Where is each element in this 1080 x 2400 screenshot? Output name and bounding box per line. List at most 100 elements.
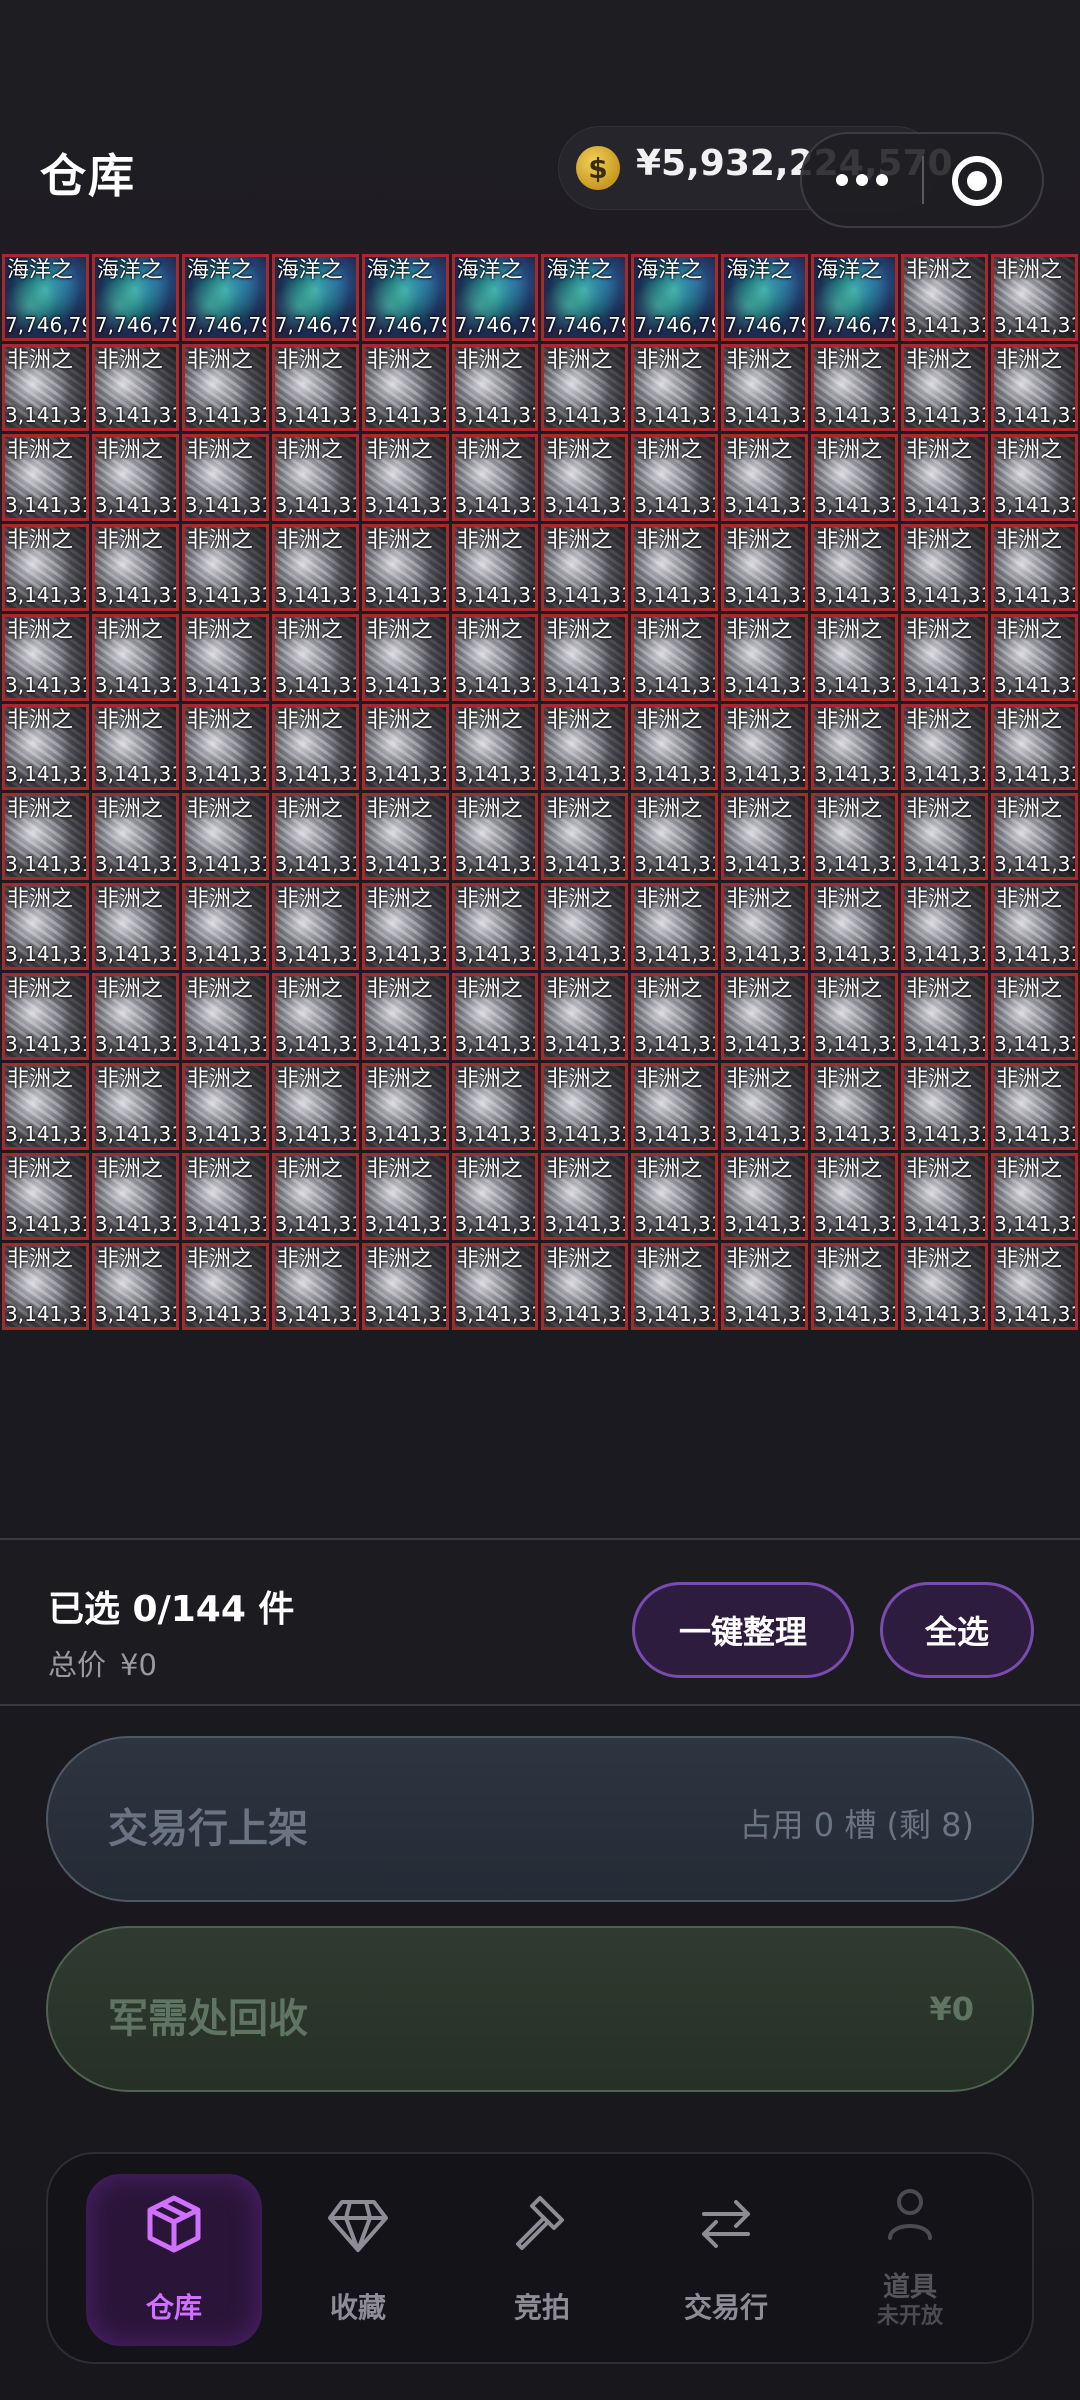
inventory-item[interactable]: 非洲之 3,141,314: [91, 343, 179, 431]
inventory-item[interactable]: 非洲之 3,141,314: [181, 433, 269, 521]
inventory-item[interactable]: 非洲之 3,141,314: [91, 883, 179, 971]
inventory-item[interactable]: 非洲之 3,141,314: [91, 1153, 179, 1241]
organize-button[interactable]: 一键整理: [632, 1582, 854, 1678]
inventory-item[interactable]: 非洲之 3,141,314: [631, 343, 719, 431]
inventory-item[interactable]: 非洲之 3,141,314: [451, 1153, 539, 1241]
inventory-item[interactable]: 非洲之 3,141,314: [271, 523, 359, 611]
inventory-item[interactable]: 非洲之 3,141,314: [2, 793, 89, 881]
inventory-item[interactable]: 非洲之 3,141,314: [451, 973, 539, 1061]
inventory-item[interactable]: 非洲之 3,141,314: [721, 703, 809, 791]
inventory-item[interactable]: 非洲之 3,141,314: [811, 1243, 899, 1330]
inventory-item[interactable]: 非洲之 3,141,314: [721, 793, 809, 881]
inventory-item[interactable]: 非洲之 3,141,314: [451, 1243, 539, 1330]
select-all-button[interactable]: 全选: [880, 1582, 1034, 1678]
inventory-item[interactable]: 非洲之 3,141,314: [991, 703, 1078, 791]
inventory-item[interactable]: 海洋之 7,746,793: [811, 254, 899, 341]
inventory-item[interactable]: 非洲之 3,141,314: [181, 973, 269, 1061]
inventory-item[interactable]: 非洲之 3,141,314: [541, 973, 629, 1061]
inventory-item[interactable]: 海洋之 7,746,793: [91, 254, 179, 341]
inventory-item[interactable]: 非洲之 3,141,314: [811, 433, 899, 521]
inventory-item[interactable]: 非洲之 3,141,314: [541, 1153, 629, 1241]
inventory-item[interactable]: 非洲之 3,141,314: [361, 1243, 449, 1330]
inventory-item[interactable]: 非洲之 3,141,314: [991, 1243, 1078, 1330]
inventory-item[interactable]: 非洲之 3,141,314: [631, 793, 719, 881]
inventory-item[interactable]: 非洲之 3,141,314: [91, 1243, 179, 1330]
inventory-item[interactable]: 非洲之 3,141,314: [91, 703, 179, 791]
inventory-item[interactable]: 非洲之 3,141,314: [721, 973, 809, 1061]
inventory-item[interactable]: 非洲之 3,141,314: [991, 613, 1078, 701]
inventory-item[interactable]: 非洲之 3,141,314: [721, 1243, 809, 1330]
inventory-item[interactable]: 非洲之 3,141,314: [541, 613, 629, 701]
inventory-item[interactable]: 非洲之 3,141,314: [721, 523, 809, 611]
inventory-item[interactable]: 非洲之 3,141,314: [991, 254, 1078, 341]
inventory-item[interactable]: 海洋之 7,746,793: [451, 254, 539, 341]
inventory-item[interactable]: 非洲之 3,141,314: [91, 973, 179, 1061]
inventory-item[interactable]: 非洲之 3,141,314: [991, 973, 1078, 1061]
inventory-item[interactable]: 非洲之 3,141,314: [361, 973, 449, 1061]
inventory-item[interactable]: 非洲之 3,141,314: [811, 1063, 899, 1151]
inventory-item[interactable]: 非洲之 3,141,314: [991, 1063, 1078, 1151]
inventory-item[interactable]: 非洲之 3,141,314: [991, 1153, 1078, 1241]
inventory-item[interactable]: 非洲之 3,141,314: [901, 973, 989, 1061]
inventory-item[interactable]: 非洲之 3,141,314: [631, 613, 719, 701]
inventory-item[interactable]: 非洲之 3,141,314: [91, 1063, 179, 1151]
inventory-item[interactable]: 非洲之 3,141,314: [451, 1063, 539, 1151]
inventory-item[interactable]: 非洲之 3,141,314: [451, 523, 539, 611]
inventory-item[interactable]: 非洲之 3,141,314: [721, 613, 809, 701]
inventory-item[interactable]: 海洋之 7,746,793: [721, 254, 809, 341]
inventory-item[interactable]: 非洲之 3,141,314: [361, 793, 449, 881]
inventory-item[interactable]: 非洲之 3,141,314: [631, 703, 719, 791]
inventory-item[interactable]: 非洲之 3,141,314: [361, 1153, 449, 1241]
inventory-item[interactable]: 非洲之 3,141,314: [631, 433, 719, 521]
inventory-item[interactable]: 非洲之 3,141,314: [2, 343, 89, 431]
inventory-item[interactable]: 非洲之 3,141,314: [361, 523, 449, 611]
inventory-item[interactable]: 海洋之 7,746,793: [541, 254, 629, 341]
inventory-item[interactable]: 非洲之 3,141,314: [901, 254, 989, 341]
inventory-item[interactable]: 非洲之 3,141,314: [91, 613, 179, 701]
inventory-item[interactable]: 海洋之 7,746,793: [361, 254, 449, 341]
inventory-item[interactable]: 非洲之 3,141,314: [91, 523, 179, 611]
inventory-item[interactable]: 非洲之 3,141,314: [901, 1063, 989, 1151]
inventory-item[interactable]: 非洲之 3,141,314: [991, 433, 1078, 521]
inventory-item[interactable]: 非洲之 3,141,314: [2, 973, 89, 1061]
inventory-item[interactable]: 非洲之 3,141,314: [2, 1153, 89, 1241]
inventory-item[interactable]: 非洲之 3,141,314: [451, 793, 539, 881]
inventory-item[interactable]: 非洲之 3,141,314: [271, 883, 359, 971]
inventory-item[interactable]: 非洲之 3,141,314: [451, 433, 539, 521]
close-miniprogram-icon[interactable]: [952, 156, 1002, 206]
inventory-item[interactable]: 非洲之 3,141,314: [181, 523, 269, 611]
inventory-item[interactable]: 非洲之 3,141,314: [901, 1243, 989, 1330]
inventory-item[interactable]: 非洲之 3,141,314: [811, 703, 899, 791]
inventory-item[interactable]: 非洲之 3,141,314: [181, 883, 269, 971]
inventory-item[interactable]: 非洲之 3,141,314: [811, 1153, 899, 1241]
inventory-item[interactable]: 非洲之 3,141,314: [451, 883, 539, 971]
inventory-item[interactable]: 非洲之 3,141,314: [541, 1243, 629, 1330]
inventory-item[interactable]: 非洲之 3,141,314: [91, 793, 179, 881]
inventory-item[interactable]: 非洲之 3,141,314: [901, 433, 989, 521]
tab-market[interactable]: 交易行: [638, 2174, 814, 2346]
inventory-item[interactable]: 非洲之 3,141,314: [181, 703, 269, 791]
inventory-item[interactable]: 非洲之 3,141,314: [991, 883, 1078, 971]
inventory-item[interactable]: 非洲之 3,141,314: [2, 1063, 89, 1151]
inventory-item[interactable]: 非洲之 3,141,314: [811, 973, 899, 1061]
inventory-item[interactable]: 非洲之 3,141,314: [271, 1243, 359, 1330]
inventory-item[interactable]: 非洲之 3,141,314: [811, 793, 899, 881]
inventory-item[interactable]: 非洲之 3,141,314: [271, 1153, 359, 1241]
inventory-item[interactable]: 非洲之 3,141,314: [811, 613, 899, 701]
inventory-item[interactable]: 非洲之 3,141,314: [271, 613, 359, 701]
inventory-item[interactable]: 非洲之 3,141,314: [541, 703, 629, 791]
inventory-item[interactable]: 非洲之 3,141,314: [361, 433, 449, 521]
inventory-item[interactable]: 海洋之 7,746,793: [2, 254, 89, 341]
inventory-item[interactable]: 非洲之 3,141,314: [811, 883, 899, 971]
inventory-item[interactable]: 非洲之 3,141,314: [901, 523, 989, 611]
tab-auction[interactable]: 竞拍: [454, 2174, 630, 2346]
inventory-item[interactable]: 非洲之 3,141,314: [181, 793, 269, 881]
inventory-item[interactable]: 非洲之 3,141,314: [541, 793, 629, 881]
inventory-item[interactable]: 非洲之 3,141,314: [721, 343, 809, 431]
list-on-market-button[interactable]: 交易行上架 占用 0 槽 (剩 8): [46, 1736, 1034, 1902]
more-menu-icon[interactable]: [802, 134, 922, 226]
inventory-item[interactable]: 非洲之 3,141,314: [721, 1153, 809, 1241]
inventory-item[interactable]: 非洲之 3,141,314: [181, 1063, 269, 1151]
inventory-item[interactable]: 非洲之 3,141,314: [811, 523, 899, 611]
inventory-item[interactable]: 非洲之 3,141,314: [811, 343, 899, 431]
